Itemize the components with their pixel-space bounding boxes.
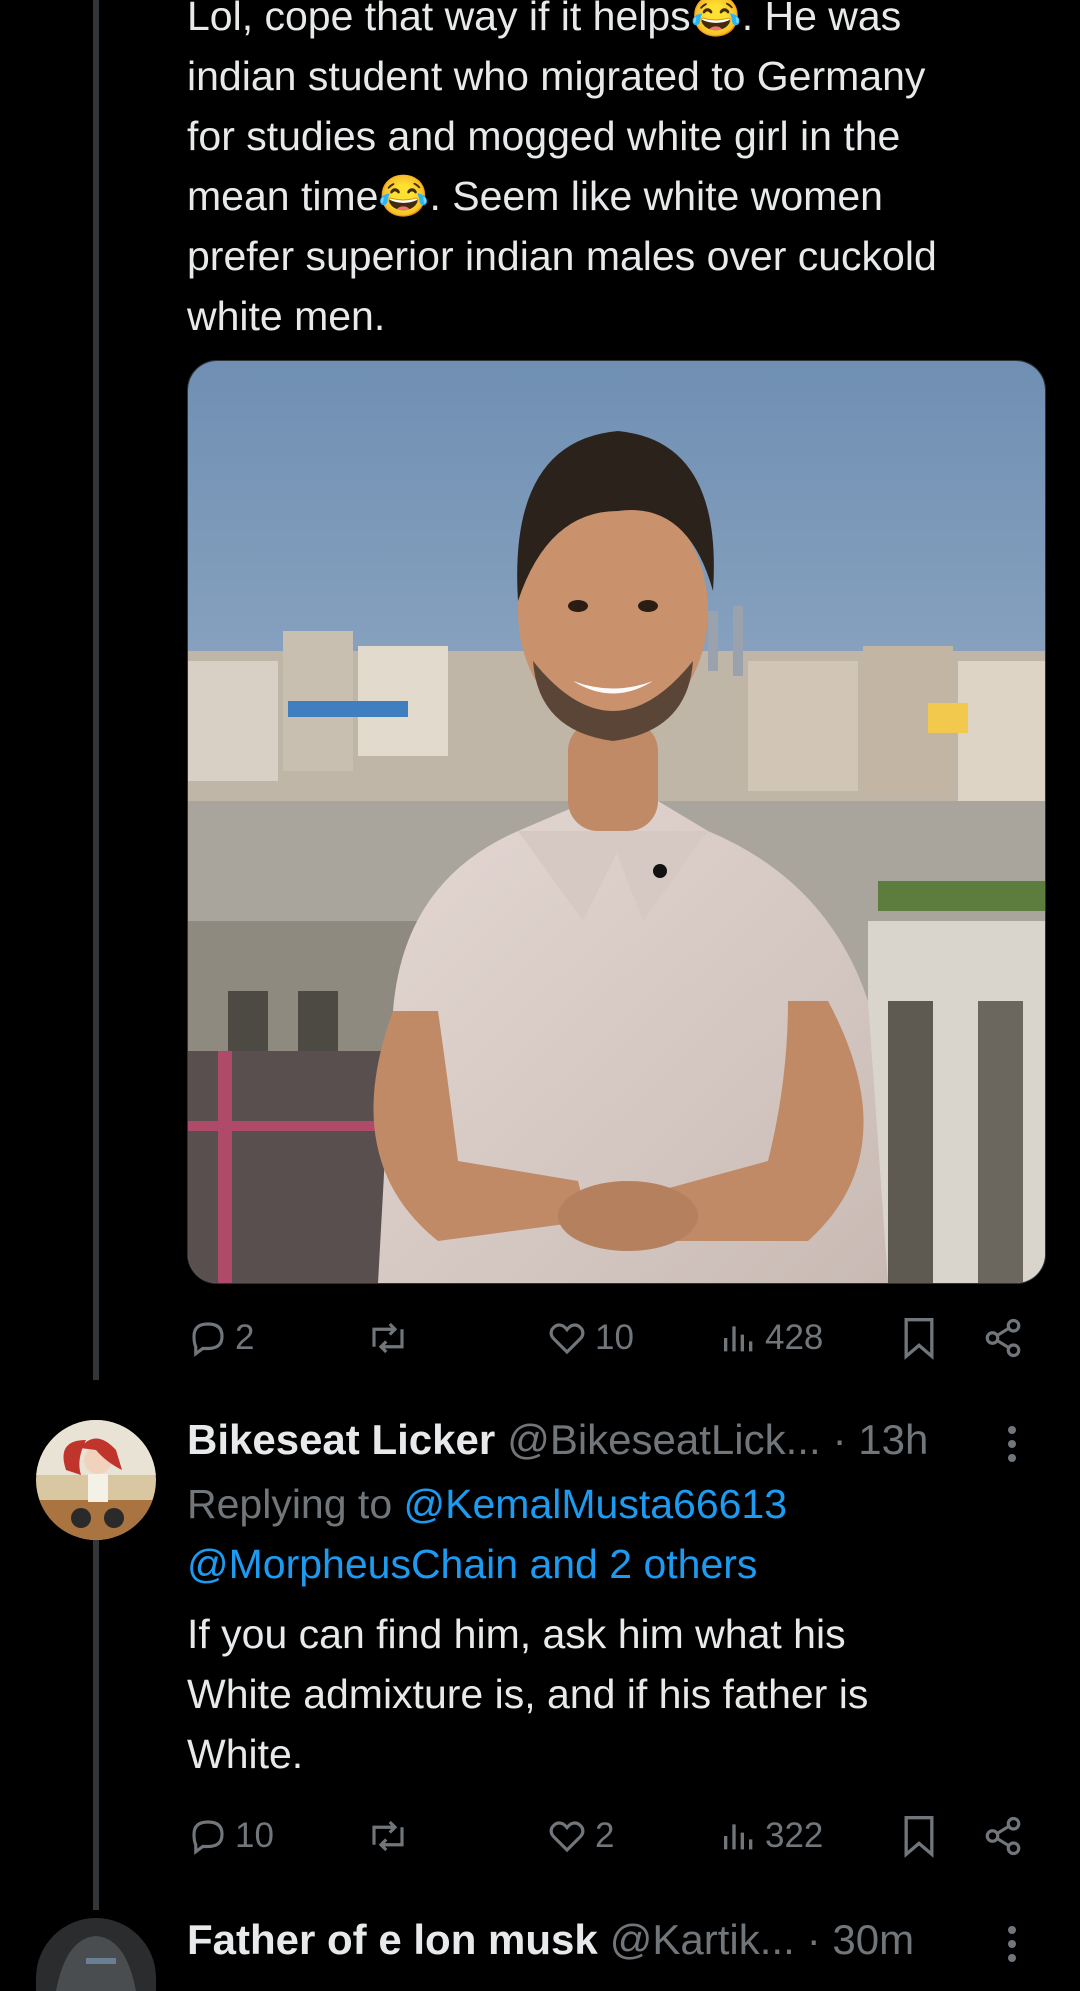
tweet-2-text-line: White admixture is, and if his father is [187,1671,869,1717]
reply-button[interactable]: 2 [187,1308,254,1368]
author-name[interactable]: Father of e lon musk [187,1916,598,1964]
reply-count: 2 [235,1318,255,1357]
tweet-2-text-line: White. [187,1731,304,1777]
author-handle[interactable]: @BikeseatLick... [507,1416,820,1464]
avatar-image [36,1420,156,1540]
share-icon [985,1816,1021,1856]
avatar[interactable] [36,1420,156,1540]
author-handle[interactable]: @Kartik... [610,1916,795,1964]
replying-to-others-link[interactable]: @MorpheusChain and 2 others [187,1541,757,1587]
views-button[interactable]: 428 [719,1308,823,1368]
tweet-1-text: Lol, cope that way if it helps😂. He was … [187,0,1037,346]
like-button[interactable]: 2 [545,1806,614,1866]
tweet-1-text-line: white men. [187,293,386,339]
tweet-1-text-line: indian student who migrated to Germany [187,53,926,99]
views-count: 322 [765,1816,824,1855]
replying-to-others: @MorpheusChain and 2 others [187,1534,1047,1594]
tweet-3-header: Father of e lon musk @Kartik... · 30m [187,1910,1007,1970]
timestamp[interactable]: · 13h [833,1416,929,1464]
repost-button[interactable] [365,1806,417,1866]
tweet-1-text-line: for studies and mogged white girl in the [187,113,901,159]
like-count: 2 [595,1816,615,1855]
bookmark-button[interactable] [899,1806,939,1866]
reply-icon [192,1322,224,1357]
replying-to: Replying to @KemalMusta66613 [187,1474,1047,1534]
views-count: 428 [765,1318,824,1357]
more-icon [1008,1926,1016,1962]
tweet-2-header: Bikeseat Licker @BikeseatLick... · 13h [187,1410,1007,1470]
bookmark-button[interactable] [899,1308,939,1368]
views-button[interactable]: 322 [719,1806,823,1866]
views-icon [724,1824,753,1850]
reply-count: 10 [235,1816,274,1855]
rooftop-portrait-image [188,361,1045,1283]
repost-icon [372,1322,404,1354]
more-options-button[interactable] [992,1414,1032,1474]
thread-line-top [93,0,99,1380]
replying-to-label: Replying to [187,1481,393,1527]
author-name[interactable]: Bikeseat Licker [187,1416,495,1464]
reply-icon [192,1820,224,1855]
heart-icon [549,1821,585,1853]
tweet-1-photo[interactable] [187,360,1046,1284]
tweet-2-text-line: If you can find him, ask him what his [187,1611,846,1657]
repost-icon [372,1820,404,1852]
tweet-2-actions: 10 2 322 [187,1806,1032,1866]
tweet-1-text-line: mean time😂. Seem like white women [187,173,883,219]
avatar-image [36,1918,156,1991]
avatar[interactable] [36,1918,156,1991]
more-icon [1008,1426,1016,1462]
share-button[interactable] [982,1806,1024,1866]
tweet-1-text-line: Lol, cope that way if it helps😂. He was [187,0,902,39]
replying-to-user-link[interactable]: @KemalMusta66613 [404,1481,788,1527]
thread-line-mid [93,1540,99,1910]
share-icon [985,1318,1021,1358]
tweet-1-actions: 2 10 428 [187,1308,1032,1368]
bookmark-icon [904,1318,934,1360]
bookmark-icon [904,1816,934,1858]
views-icon [724,1326,753,1352]
timestamp[interactable]: · 30m [807,1916,914,1964]
tweet-2-text: If you can find him, ask him what his Wh… [187,1604,1037,1784]
share-button[interactable] [982,1308,1024,1368]
heart-icon [549,1323,585,1355]
like-count: 10 [595,1318,634,1357]
more-options-button[interactable] [992,1914,1032,1974]
repost-button[interactable] [365,1308,417,1368]
reply-button[interactable]: 10 [187,1806,274,1866]
tweet-1-text-line: prefer superior indian males over cuckol… [187,233,937,279]
like-button[interactable]: 10 [545,1308,634,1368]
